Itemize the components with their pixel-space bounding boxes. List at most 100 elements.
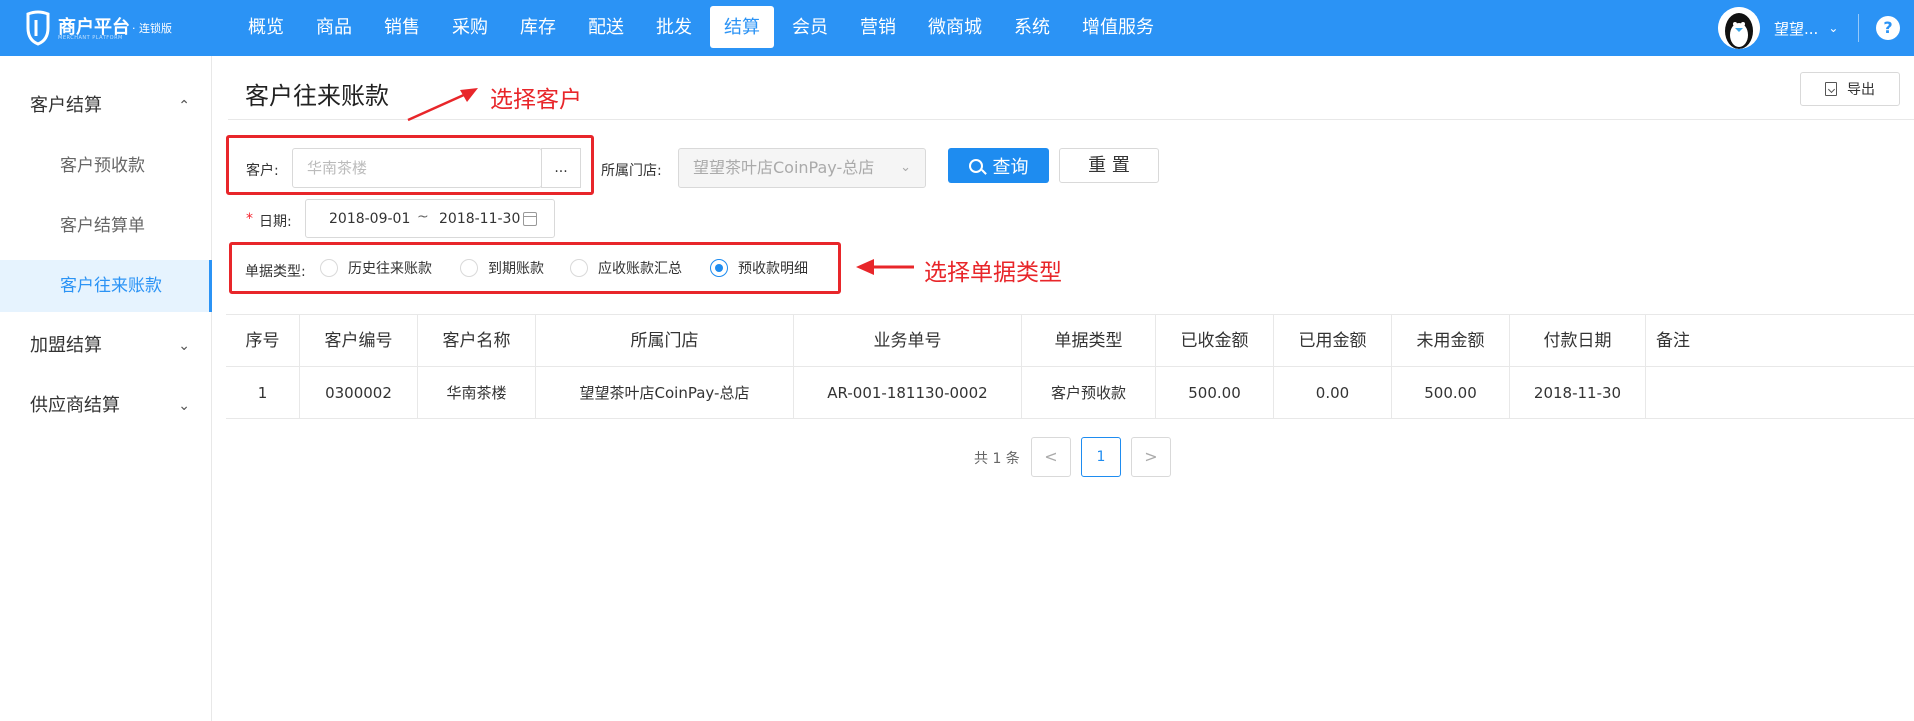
cell-used: 0.00 <box>1274 367 1392 419</box>
sidebar-group-supplier-settlement[interactable]: 供应商结算 ⌄ <box>0 386 212 426</box>
table-header: 序号 客户编号 客户名称 所属门店 业务单号 单据类型 已收金额 已用金额 未用… <box>226 315 1914 367</box>
nav-label: 概览 <box>248 17 284 38</box>
nav-members[interactable]: 会员 <box>776 0 844 56</box>
nav-settlement[interactable]: 结算 <box>708 0 776 56</box>
nav-products[interactable]: 商品 <box>300 0 368 56</box>
column-header[interactable]: 所属门店 <box>536 315 794 367</box>
reset-button[interactable]: 重 置 <box>1059 148 1159 183</box>
annotation-select-customer: 选择客户 <box>490 87 582 113</box>
pagination-page-button[interactable]: 1 <box>1081 437 1121 477</box>
column-header[interactable]: 未用金额 <box>1392 315 1510 367</box>
export-icon <box>1825 82 1837 96</box>
sidebar-group-label: 客户结算 <box>30 95 102 116</box>
nav-label: 系统 <box>1014 17 1050 38</box>
export-button[interactable]: 导出 <box>1800 72 1900 106</box>
chevron-up-icon: ⌃ <box>178 98 190 114</box>
column-header[interactable]: 已收金额 <box>1156 315 1274 367</box>
sidebar-group-label: 供应商结算 <box>30 395 120 416</box>
chevron-down-icon: ⌄ <box>178 398 190 414</box>
cell-customer-name: 华南茶楼 <box>418 367 536 419</box>
nav-label: 采购 <box>452 17 488 38</box>
chevron-down-icon: ⌄ <box>1828 21 1839 35</box>
accounts-table: 序号 客户编号 客户名称 所属门店 业务单号 单据类型 已收金额 已用金额 未用… <box>226 314 1914 419</box>
app-logo[interactable]: 商户平台 · 连锁版 MERCHANT PLATFORM <box>24 8 194 48</box>
export-label: 导出 <box>1847 82 1875 98</box>
sidebar-item-label: 客户往来账款 <box>60 276 162 296</box>
nav-label: 库存 <box>520 17 556 38</box>
nav-label: 增值服务 <box>1082 17 1154 38</box>
column-header[interactable]: 付款日期 <box>1510 315 1646 367</box>
column-header[interactable]: 客户名称 <box>418 315 536 367</box>
cell-business-no: AR-001-181130-0002 <box>794 367 1022 419</box>
pagination-total: 共 1 条 <box>974 451 1020 467</box>
store-select[interactable]: 望望茶叶店CoinPay-总店 ⌄ <box>678 148 926 188</box>
nav-value-added[interactable]: 增值服务 <box>1066 0 1170 56</box>
annotation-box-doc-type <box>229 242 841 294</box>
nav-system[interactable]: 系统 <box>998 0 1066 56</box>
sidebar-item-customer-statement[interactable]: 客户结算单 <box>0 200 212 252</box>
sidebar-item-customer-accounts[interactable]: 客户往来账款 <box>0 260 212 312</box>
store-select-value: 望望茶叶店CoinPay-总店 <box>693 158 875 177</box>
cell-store: 望望茶叶店CoinPay-总店 <box>536 367 794 419</box>
nav-label: 微商城 <box>928 17 982 38</box>
column-header[interactable]: 已用金额 <box>1274 315 1392 367</box>
column-header[interactable]: 客户编号 <box>300 315 418 367</box>
page-title: 客户往来账款 <box>245 82 389 110</box>
column-header[interactable]: 备注 <box>1646 315 1914 367</box>
nav-micro-mall[interactable]: 微商城 <box>912 0 998 56</box>
annotation-box-customer <box>226 135 594 195</box>
app-subtitle: MERCHANT PLATFORM <box>58 35 123 41</box>
pagination-next-button[interactable]: > <box>1131 437 1171 477</box>
table-row[interactable]: 1 0300002 华南茶楼 望望茶叶店CoinPay-总店 AR-001-18… <box>226 367 1914 419</box>
nav-purchase[interactable]: 采购 <box>436 0 504 56</box>
cell-received: 500.00 <box>1156 367 1274 419</box>
cell-customer-code: 0300002 <box>300 367 418 419</box>
app-edition: · 连锁版 <box>132 22 172 35</box>
calendar-icon <box>523 212 537 226</box>
user-name: 望望... <box>1774 19 1819 38</box>
required-marker: * <box>246 211 253 227</box>
nav-label: 销售 <box>384 17 420 38</box>
query-button[interactable]: 查询 <box>948 148 1049 183</box>
nav-label: 会员 <box>792 17 828 38</box>
chevron-down-icon: ⌄ <box>178 338 190 354</box>
nav-wholesale[interactable]: 批发 <box>640 0 708 56</box>
top-navbar: 商户平台 · 连锁版 MERCHANT PLATFORM 概览 商品 销售 采购… <box>0 0 1914 56</box>
nav-overview[interactable]: 概览 <box>232 0 300 56</box>
cell-payment-date: 2018-11-30 <box>1510 367 1646 419</box>
nav-label: 营销 <box>860 17 896 38</box>
nav-inventory[interactable]: 库存 <box>504 0 572 56</box>
help-icon[interactable]: ? <box>1876 16 1900 40</box>
nav-distribution[interactable]: 配送 <box>572 0 640 56</box>
date-end: 2018-11-30 <box>439 211 521 227</box>
column-header[interactable]: 单据类型 <box>1022 315 1156 367</box>
nav-label: 商品 <box>316 17 352 38</box>
cell-unused: 500.00 <box>1392 367 1510 419</box>
date-separator: ~ <box>417 209 429 225</box>
nav-label: 配送 <box>588 17 624 38</box>
column-header[interactable]: 业务单号 <box>794 315 1022 367</box>
sidebar-group-customer-settlement[interactable]: 客户结算 ⌃ <box>0 86 212 126</box>
main-nav: 概览 商品 销售 采购 库存 配送 批发 结算 会员 营销 微商城 系统 增值服… <box>232 0 1170 56</box>
date-range-picker[interactable]: 2018-09-01 ~ 2018-11-30 <box>305 199 555 238</box>
divider <box>1858 14 1859 42</box>
sidebar-group-franchise-settlement[interactable]: 加盟结算 ⌄ <box>0 326 212 366</box>
sidebar: 客户结算 ⌃ 客户预收款 客户结算单 客户往来账款 加盟结算 ⌄ 供应商结算 ⌄ <box>0 56 212 721</box>
date-label: 日期: <box>259 214 292 230</box>
nav-sales[interactable]: 销售 <box>368 0 436 56</box>
sidebar-item-customer-prepayment[interactable]: 客户预收款 <box>0 140 212 192</box>
column-header[interactable]: 序号 <box>226 315 300 367</box>
nav-label: 结算 <box>724 17 760 38</box>
pagination-prev-button[interactable]: < <box>1031 437 1071 477</box>
avatar <box>1718 7 1760 49</box>
chevron-down-icon: ⌄ <box>900 160 911 175</box>
cell-remark <box>1646 367 1914 419</box>
penguin-avatar-icon <box>1718 7 1760 49</box>
cell-index: 1 <box>226 367 300 419</box>
sidebar-group-label: 加盟结算 <box>30 335 102 356</box>
date-start: 2018-09-01 <box>329 211 411 227</box>
user-menu[interactable]: 望望... ⌄ <box>1718 6 1838 50</box>
search-icon <box>968 158 983 173</box>
nav-marketing[interactable]: 营销 <box>844 0 912 56</box>
annotation-arrow-icon <box>856 259 914 275</box>
